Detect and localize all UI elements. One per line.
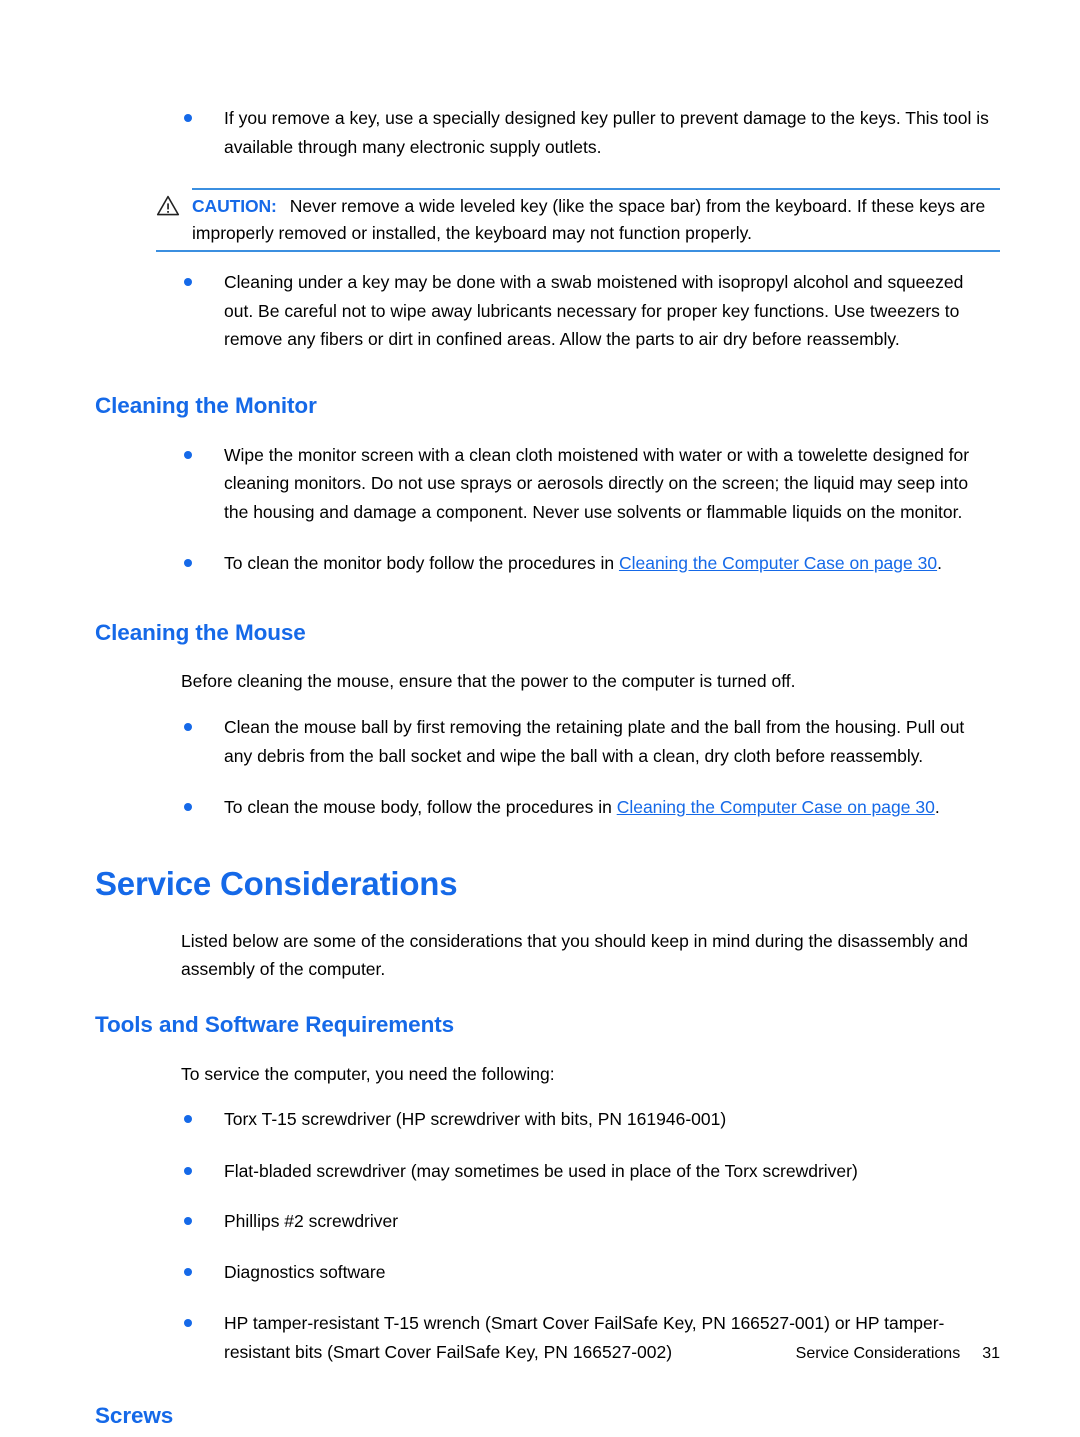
warning-triangle-icon (156, 195, 180, 216)
list-item-text: Flat-bladed screwdriver (may sometimes b… (224, 1160, 858, 1181)
section-heading-cleaning-mouse: Cleaning the Mouse (95, 619, 306, 645)
bullet-dot-icon (184, 114, 192, 122)
bullet-dot-icon (184, 450, 192, 459)
caution-label: CAUTION: (192, 196, 277, 216)
list-item: Diagnostics software (181, 1258, 1080, 1287)
list-item: To clean the monitor body follow the pro… (181, 549, 1080, 578)
section-heading-cleaning-monitor-wrap: Cleaning the Monitor (95, 391, 1080, 421)
cleaning-mouse-intro: Before cleaning the mouse, ensure that t… (181, 670, 796, 691)
list-item-text: To clean the mouse body, follow the proc… (224, 793, 997, 822)
list-item: Clean the mouse ball by first removing t… (181, 713, 1080, 770)
footer-section-title: Service Considerations (795, 1345, 961, 1362)
section-heading-screws: Screws (95, 1403, 174, 1428)
list-item-text: Diagnostics software (224, 1261, 386, 1282)
bullet-dot-icon (184, 1217, 192, 1225)
list-item-text: Wipe the monitor screen with a clean clo… (224, 444, 970, 522)
caution-admonition-keys: CAUTION: Never remove a wide leveled key … (156, 188, 1000, 252)
list-item-text-prefix: To clean the monitor body follow the pro… (224, 553, 619, 573)
list-item-text: To clean the monitor body follow the pro… (224, 549, 997, 578)
caution-bottom-rule (156, 250, 1000, 252)
cross-reference-link[interactable]: Cleaning the Computer Case on page 30 (617, 797, 935, 817)
list-item-text: Cleaning under a key may be done with a … (224, 272, 964, 349)
list-item: Wipe the monitor screen with a clean clo… (181, 441, 1080, 527)
section-heading-tools-software: Tools and Software Requirements (95, 1011, 455, 1037)
document-page: If you remove a key, use a specially des… (0, 0, 1080, 1437)
bullet-dot-icon (184, 803, 192, 811)
list-item-text: Phillips #2 screwdriver (224, 1211, 399, 1231)
bullet-dot-icon (184, 723, 192, 731)
page-footer: Service Considerations 31 (0, 1345, 1000, 1363)
caution-body: CAUTION: Never remove a wide leveled key … (156, 190, 1000, 250)
list-item: If you remove a key, use a specially des… (181, 104, 1080, 161)
caution-text: Never remove a wide leveled key (like th… (192, 196, 986, 243)
list-item-text: Torx T-15 screwdriver (HP screwdriver wi… (224, 1109, 727, 1129)
bullet-dot-icon (184, 1115, 192, 1123)
footer-page-number: 31 (982, 1345, 1000, 1362)
list-item-text-suffix: . (934, 797, 940, 817)
list-item-text: Clean the mouse ball by first removing t… (224, 717, 965, 766)
list-item-text-suffix: . (937, 553, 942, 573)
bullet-dot-icon (184, 278, 192, 286)
list-item: Torx T-15 screwdriver (HP screwdriver wi… (181, 1105, 1080, 1134)
cross-reference-link[interactable]: Cleaning the Computer Case on page 30 (619, 553, 937, 573)
bullet-dot-icon (184, 1166, 192, 1175)
list-item-text-prefix: To clean the mouse body, follow the proc… (224, 797, 617, 817)
bullet-dot-icon (184, 1319, 192, 1327)
section-heading-screws-wrap: Screws (95, 1401, 1080, 1431)
bullet-dot-icon (184, 559, 192, 567)
page-title-wrap: Service Considerations (95, 864, 1080, 904)
section-heading-cleaning-monitor: Cleaning the Monitor (95, 392, 317, 418)
service-considerations-intro: Listed below are some of the considerati… (181, 930, 968, 980)
list-item: To clean the mouse body, follow the proc… (181, 793, 1080, 822)
page-title: Service Considerations (95, 864, 458, 902)
list-item: Flat-bladed screwdriver (may sometimes b… (181, 1157, 1080, 1186)
section-heading-cleaning-mouse-wrap: Cleaning the Mouse (95, 618, 1080, 648)
list-item-text: If you remove a key, use a specially des… (224, 108, 989, 157)
bullet-dot-icon (184, 1267, 192, 1276)
list-item: Cleaning under a key may be done with a … (181, 268, 1080, 354)
list-item: Phillips #2 screwdriver (181, 1207, 1080, 1236)
tools-software-intro: To service the computer, you need the fo… (181, 1063, 555, 1084)
section-heading-tools-software-wrap: Tools and Software Requirements (95, 1010, 1080, 1040)
